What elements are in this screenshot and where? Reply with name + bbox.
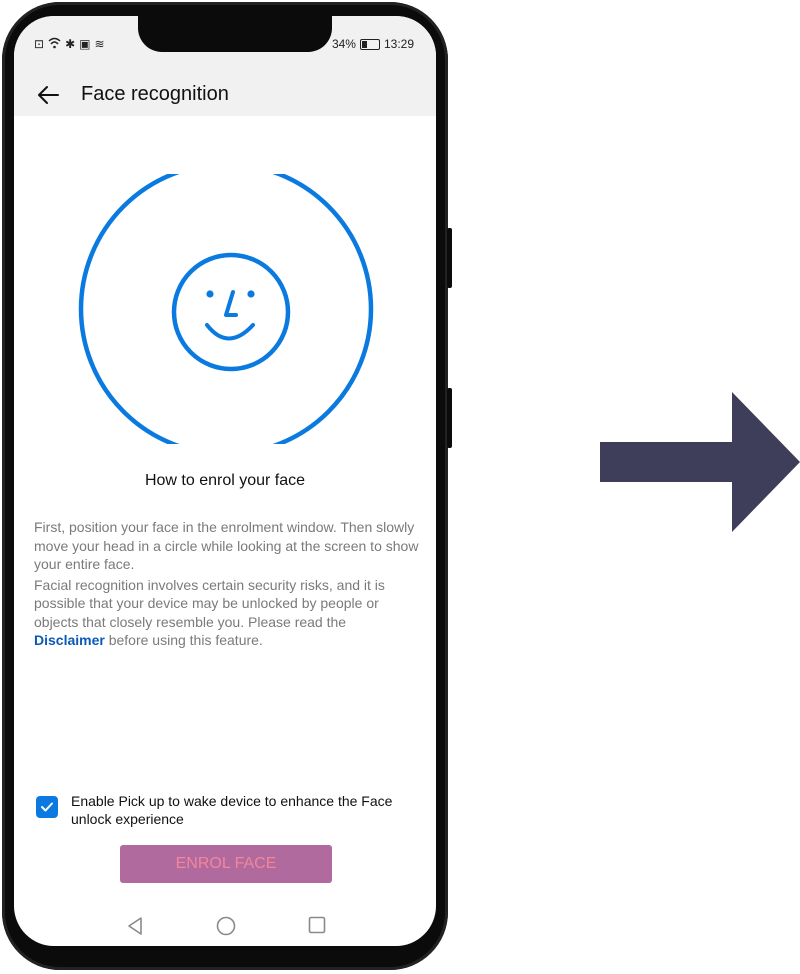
phone-frame: ⊡ ✱ ▣ ≋ 34% 13:29 Face recognition How t… — [2, 2, 452, 970]
power-button — [447, 388, 452, 448]
notch — [138, 16, 332, 52]
clock: 13:29 — [383, 37, 414, 51]
description-paragraph-2: Facial recognition involves certain secu… — [34, 576, 419, 650]
status-right: 34% 13:29 — [332, 37, 414, 51]
disclaimer-text-before: Facial recognition involves certain secu… — [34, 576, 385, 630]
description-paragraph-1: First, position your face in the enrolme… — [34, 519, 419, 572]
volume-button — [447, 228, 452, 288]
face-scan-icon — [78, 174, 374, 444]
nav-recents-icon[interactable] — [308, 916, 326, 934]
phone-screen: ⊡ ✱ ▣ ≋ 34% 13:29 Face recognition How t… — [14, 16, 436, 946]
page-title: Face recognition — [81, 83, 229, 105]
disclaimer-link[interactable]: Disclaimer — [34, 632, 105, 648]
navigation-bar — [14, 904, 436, 946]
description: First, position your face in the enrolme… — [34, 518, 419, 650]
face-illustration — [14, 116, 436, 456]
battery-icon — [359, 38, 380, 50]
pickup-wake-label: Enable Pick up to wake device to enhance… — [71, 793, 393, 827]
nav-home-icon[interactable] — [216, 916, 236, 936]
right-arrow-icon — [600, 392, 800, 532]
back-arrow-icon[interactable] — [34, 80, 64, 110]
wifi-icon — [48, 37, 61, 52]
nfc-icon: ≋ — [94, 37, 105, 51]
bluetooth-icon: ✱ — [65, 37, 76, 51]
nav-back-icon[interactable] — [126, 916, 144, 936]
calendar-icon: ▣ — [79, 37, 91, 51]
app-bar: Face recognition — [14, 72, 436, 116]
status-icons: ⊡ ✱ ▣ ≋ — [34, 37, 105, 52]
checkmark-icon — [41, 802, 53, 812]
enrol-face-button[interactable]: ENROL FACE — [120, 845, 332, 883]
disclaimer-text-after: before using this feature. — [104, 632, 263, 648]
pickup-wake-checkbox[interactable] — [36, 796, 58, 818]
section-heading: How to enrol your face — [144, 472, 306, 489]
battery-percent: 34% — [331, 37, 356, 51]
alert-icon: ⊡ — [34, 37, 45, 51]
